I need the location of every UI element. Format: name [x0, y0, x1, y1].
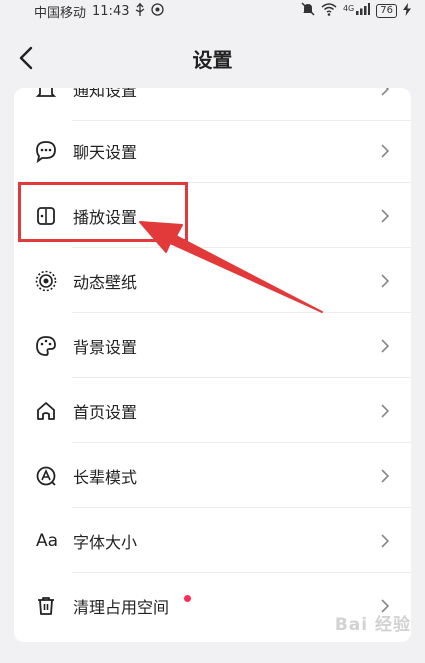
settings-item-label: 通知设置	[73, 88, 138, 100]
status-right: 4G 76	[301, 2, 411, 20]
page-title: 设置	[192, 48, 233, 72]
settings-item-notification[interactable]: 通知设置	[14, 88, 411, 121]
chevron-right-icon	[379, 271, 391, 291]
chevron-right-icon	[379, 401, 391, 421]
annotation-highlight-box	[18, 182, 188, 242]
chevron-right-icon	[379, 206, 391, 226]
clock: 11:43	[92, 3, 130, 19]
status-left: 中国移动 11:43	[34, 2, 165, 21]
settings-item-label: 背景设置	[73, 337, 138, 357]
trash-icon	[34, 594, 58, 618]
settings-item-label: 长辈模式	[73, 467, 138, 487]
network-type: 4G	[342, 3, 355, 13]
settings-item-homepage[interactable]: 首页设置	[14, 378, 411, 443]
mute-icon	[301, 2, 315, 20]
settings-item-label: 清理占用空间	[73, 597, 170, 617]
chevron-right-icon	[379, 141, 391, 161]
home-icon	[34, 399, 58, 423]
settings-item-font-size[interactable]: Aa 字体大小	[14, 508, 411, 573]
top-bar: 设置	[0, 36, 425, 80]
font-size-icon: Aa	[35, 530, 59, 551]
chevron-right-icon	[379, 531, 391, 551]
settings-item-label: 字体大小	[73, 532, 138, 552]
settings-item-elder-mode[interactable]: 长辈模式	[14, 443, 411, 508]
settings-list: 通知设置 聊天设置 播放设置 动态壁纸 背景设置 首页设置 长辈模式 Aa 字体…	[14, 88, 411, 642]
chevron-right-icon	[379, 466, 391, 486]
usb-icon	[135, 2, 145, 20]
elder-mode-icon	[34, 464, 58, 488]
wifi-icon	[321, 2, 337, 20]
dynamic-wallpaper-icon	[34, 269, 58, 293]
watermark: Bai 经验	[334, 615, 411, 635]
charging-icon	[403, 2, 411, 20]
settings-item-label: 首页设置	[73, 402, 138, 422]
chat-bubble-icon	[34, 139, 58, 163]
settings-item-chat[interactable]: 聊天设置	[14, 118, 411, 183]
notification-dot	[184, 595, 191, 602]
carrier-name: 中国移动	[34, 5, 87, 21]
settings-item-label: 聊天设置	[73, 142, 138, 162]
chevron-right-icon	[379, 88, 391, 99]
settings-item-background[interactable]: 背景设置	[14, 313, 411, 378]
palette-icon	[34, 334, 58, 358]
battery-indicator: 76	[376, 4, 397, 18]
bell-icon	[34, 88, 58, 101]
settings-item-wallpaper[interactable]: 动态壁纸	[14, 248, 411, 313]
app-notification-icon	[151, 2, 165, 20]
chevron-right-icon	[379, 336, 391, 356]
status-bar: 中国移动 11:43 4G 76	[0, 0, 425, 22]
settings-item-label: 动态壁纸	[73, 272, 138, 292]
signal-icon	[356, 3, 371, 19]
